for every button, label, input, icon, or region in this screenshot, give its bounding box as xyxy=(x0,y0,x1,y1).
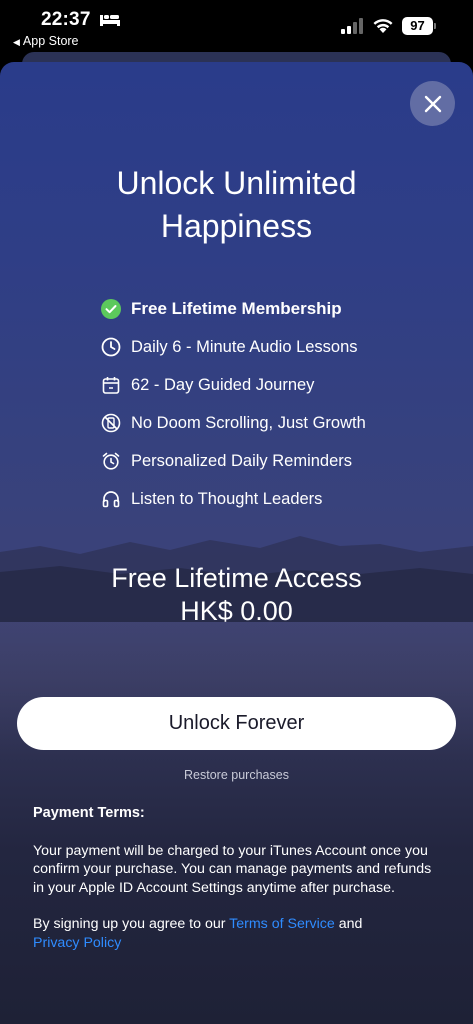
unlock-forever-button[interactable]: Unlock Forever xyxy=(17,697,456,750)
alarm-icon xyxy=(100,450,122,472)
signup-agreement: By signing up you agree to our Terms of … xyxy=(33,915,443,952)
pricing-block: Free Lifetime Access HK$ 0.00 xyxy=(0,562,473,628)
close-button[interactable] xyxy=(410,81,455,126)
feature-list: Free Lifetime Membership Daily 6 - Minut… xyxy=(100,290,430,518)
check-circle-icon xyxy=(100,298,122,320)
clock-icon xyxy=(100,336,122,358)
signup-prefix: By signing up you agree to our xyxy=(33,916,230,932)
battery-level: 97 xyxy=(410,18,425,33)
feature-item: No Doom Scrolling, Just Growth xyxy=(100,404,430,442)
feature-label: 62 - Day Guided Journey xyxy=(131,375,315,394)
back-app-label: App Store xyxy=(22,34,79,48)
paywall-sheet: Unlock Unlimited Happiness Free Lifetime… xyxy=(0,62,473,1024)
cellular-signal-icon xyxy=(341,18,363,34)
title-line-1: Unlock Unlimited xyxy=(116,165,357,201)
pricing-headline: Free Lifetime Access xyxy=(111,563,362,593)
back-triangle-icon: ◀ xyxy=(13,37,20,47)
wifi-icon xyxy=(373,19,393,33)
feature-label: Free Lifetime Membership xyxy=(131,299,342,318)
signup-and: and xyxy=(334,916,363,932)
terms-of-service-link[interactable]: Terms of Service xyxy=(229,916,335,932)
page-title: Unlock Unlimited Happiness xyxy=(0,162,473,248)
feature-label: No Doom Scrolling, Just Growth xyxy=(131,413,366,432)
no-scroll-icon xyxy=(100,412,122,434)
status-time: 22:37 xyxy=(41,9,91,30)
feature-item: 62 - Day Guided Journey xyxy=(100,366,430,404)
feature-item: Free Lifetime Membership xyxy=(100,290,430,328)
back-to-app-store[interactable]: ◀ App Store xyxy=(13,34,79,48)
payment-terms: Payment Terms: Your payment will be char… xyxy=(33,804,443,970)
calendar-icon xyxy=(100,374,122,396)
feature-label: Daily 6 - Minute Audio Lessons xyxy=(131,337,358,356)
pricing-price: HK$ 0.00 xyxy=(180,596,293,626)
status-bar: 22:37 ◀ App Store 97 xyxy=(0,0,473,52)
restore-purchases-link[interactable]: Restore purchases xyxy=(0,768,473,782)
feature-label: Listen to Thought Leaders xyxy=(131,489,323,508)
close-icon xyxy=(424,95,441,112)
payment-terms-heading: Payment Terms: xyxy=(33,805,145,821)
feature-item: Listen to Thought Leaders xyxy=(100,480,430,518)
feature-label: Personalized Daily Reminders xyxy=(131,451,353,470)
privacy-policy-link[interactable]: Privacy Policy xyxy=(33,935,121,951)
feature-item: Daily 6 - Minute Audio Lessons xyxy=(100,328,430,366)
battery-cap xyxy=(434,23,436,29)
payment-terms-body: Your payment will be charged to your iTu… xyxy=(33,842,432,896)
title-line-2: Happiness xyxy=(160,208,313,244)
battery-indicator: 97 xyxy=(402,17,436,35)
sleep-focus-icon xyxy=(100,15,120,26)
headphones-icon xyxy=(100,488,122,510)
feature-item: Personalized Daily Reminders xyxy=(100,442,430,480)
